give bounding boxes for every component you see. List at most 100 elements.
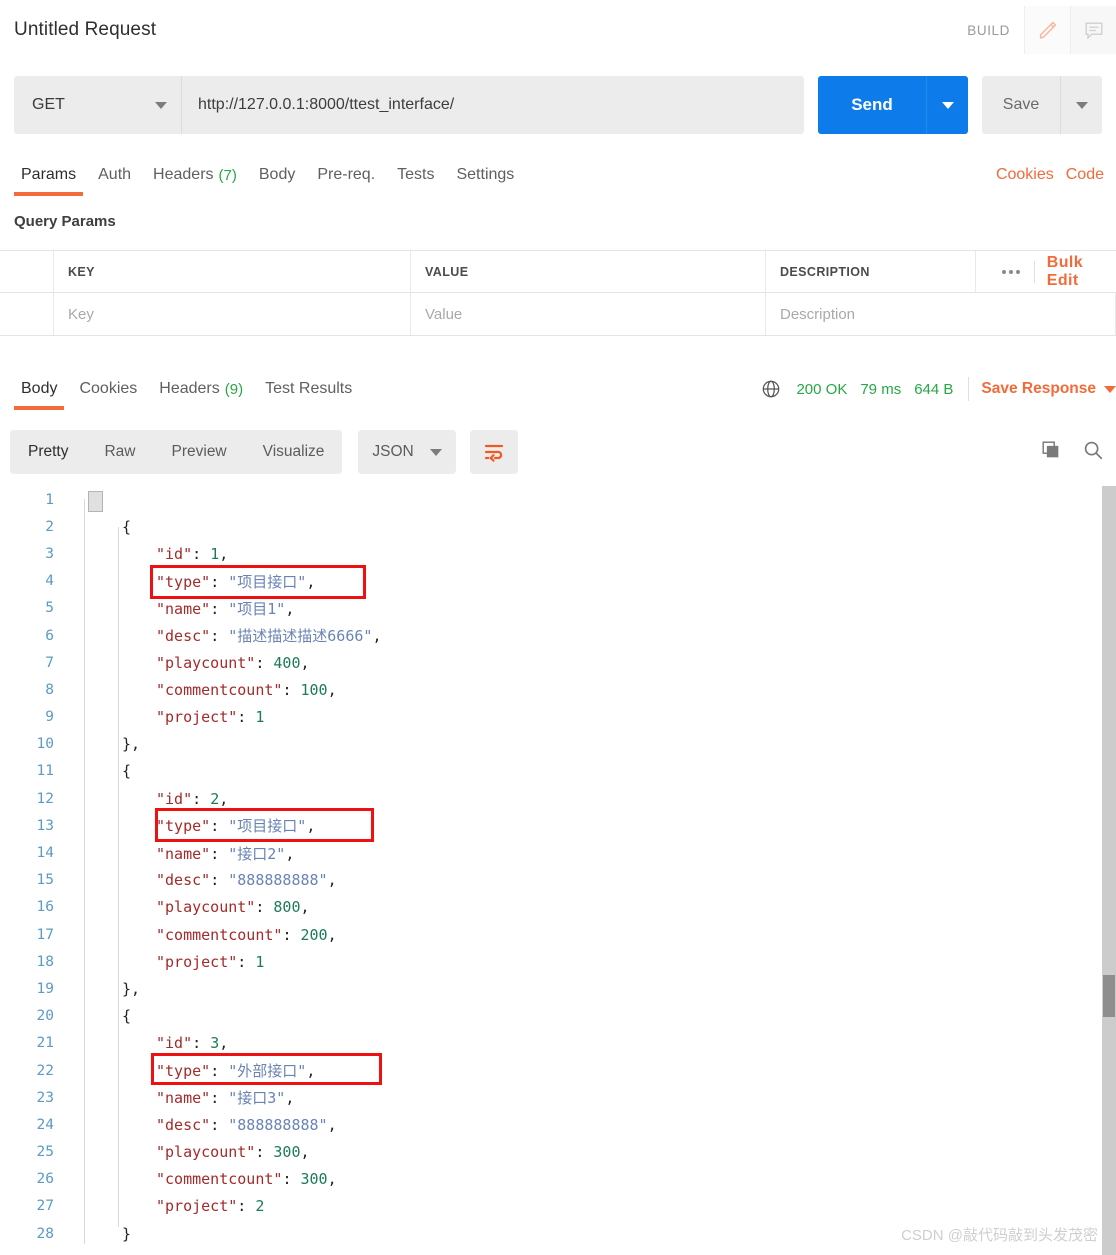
response-view-pretty[interactable]: Pretty: [10, 430, 86, 474]
chevron-down-icon: [155, 101, 167, 109]
code-token: "name": [156, 1089, 211, 1108]
column-header-description: DESCRIPTION: [766, 250, 976, 293]
copy-icon: [1042, 440, 1059, 457]
tab-tests[interactable]: Tests: [386, 158, 445, 192]
code-link[interactable]: Code: [1066, 166, 1104, 184]
param-description-input[interactable]: Description: [780, 306, 855, 323]
code-token: ,: [306, 1062, 316, 1081]
save-response-label: Save Response: [981, 380, 1096, 397]
code-token: "888888888": [228, 1115, 328, 1134]
response-tab-cookies[interactable]: Cookies: [68, 372, 148, 406]
code-line: 6 "desc": "描述描述描述6666",: [0, 622, 1084, 649]
code-line: 21 "id": 3,: [0, 1030, 1084, 1057]
code-line-text: "desc": "888888888",: [66, 871, 337, 889]
code-token: },: [122, 735, 141, 754]
code-line-text: "playcount": 400,: [66, 654, 310, 672]
globe-icon: [760, 378, 782, 400]
code-line-text: "name": "接口3",: [66, 1087, 294, 1108]
line-number: 18: [36, 953, 54, 970]
code-token: "type": [156, 817, 211, 836]
line-number: 12: [36, 790, 54, 807]
tab-body[interactable]: Body: [248, 158, 306, 192]
code-token: :: [210, 844, 229, 863]
code-token: 1: [255, 708, 265, 727]
code-line: 13 "type": "项目接口",: [0, 812, 1084, 839]
code-line: 20 {: [0, 1003, 1084, 1030]
postman-window: Untitled Request BUILD GET http://127.0.…: [0, 0, 1116, 1255]
code-line: 18 "project": 1: [0, 948, 1084, 975]
tab-label: Settings: [456, 166, 515, 183]
code-token: :: [210, 599, 229, 618]
code-token: :: [255, 898, 274, 917]
code-line-text: "desc": "888888888",: [66, 1116, 337, 1134]
save-response-button[interactable]: Save Response: [981, 380, 1116, 398]
line-number: 22: [36, 1062, 54, 1079]
tab-settings[interactable]: Settings: [445, 158, 525, 192]
vertical-scrollbar-track[interactable]: [1102, 486, 1116, 1255]
code-token: "type": [156, 572, 211, 591]
response-tab-body[interactable]: Body: [10, 372, 68, 410]
code-token: "项目接口": [228, 572, 307, 591]
response-view-visualize[interactable]: Visualize: [245, 430, 343, 474]
table-actions-cell: Bulk Edit: [976, 251, 1116, 293]
tab-auth[interactable]: Auth: [87, 158, 142, 192]
send-options-button[interactable]: [926, 76, 968, 134]
code-token: "接口2": [228, 844, 286, 863]
save-options-button[interactable]: [1060, 76, 1102, 134]
tab-headers[interactable]: Headers (7): [142, 158, 248, 192]
header-actions: BUILD: [967, 0, 1116, 60]
search-icon: [1084, 441, 1103, 459]
code-token: :: [192, 544, 211, 563]
response-view-raw[interactable]: Raw: [86, 430, 153, 474]
cookies-link[interactable]: Cookies: [996, 166, 1054, 184]
param-key-input[interactable]: Key: [68, 306, 94, 323]
code-line-text: }: [66, 1225, 131, 1243]
search-button[interactable]: [1082, 439, 1104, 466]
row-checkbox-cell[interactable]: [0, 293, 54, 335]
code-token: 200: [300, 925, 328, 944]
code-token: :: [255, 1143, 274, 1162]
word-wrap-button[interactable]: [469, 430, 518, 474]
url-bar: GET http://127.0.0.1:8000/ttest_interfac…: [14, 76, 1102, 134]
indent-guide: [118, 527, 119, 1227]
code-line: 23 "name": "接口3",: [0, 1084, 1084, 1111]
url-input[interactable]: http://127.0.0.1:8000/ttest_interface/: [182, 76, 804, 134]
code-token: {: [122, 517, 132, 536]
response-format-select[interactable]: JSON: [358, 430, 456, 474]
line-number: 28: [36, 1225, 54, 1242]
bulk-edit-link[interactable]: Bulk Edit: [1047, 254, 1104, 290]
send-button[interactable]: Send: [818, 76, 926, 134]
more-options-icon[interactable]: [1002, 269, 1020, 274]
line-number: 19: [36, 980, 54, 997]
chevron-down-icon: [1075, 101, 1088, 109]
response-toolbar-actions: [1040, 439, 1116, 466]
code-token: ,: [372, 627, 382, 646]
response-tab-test-results[interactable]: Test Results: [254, 372, 363, 406]
response-view-preview[interactable]: Preview: [154, 430, 245, 474]
copy-button[interactable]: [1040, 439, 1062, 466]
param-value-input[interactable]: Value: [425, 306, 462, 323]
line-number: 5: [45, 600, 54, 617]
code-token: 300: [300, 1170, 328, 1189]
response-body-viewer[interactable]: 1[2{3"id": 1,4"type": "项目接口",5"name": "项…: [0, 486, 1116, 1255]
save-button[interactable]: Save: [982, 76, 1060, 134]
comments-button[interactable]: [1070, 6, 1116, 54]
code-line: 10},: [0, 731, 1084, 758]
http-method-select[interactable]: GET: [14, 76, 182, 134]
code-line: 8 "commentcount": 100,: [0, 676, 1084, 703]
code-line-text: {: [66, 1007, 131, 1025]
code-token: "commentcount": [156, 680, 283, 699]
tab-params[interactable]: Params: [10, 158, 87, 196]
code-line: 26 "commentcount": 300,: [0, 1166, 1084, 1193]
line-number: 21: [36, 1035, 54, 1052]
edit-request-button[interactable]: [1024, 6, 1070, 54]
chevron-down-icon: [941, 101, 954, 109]
code-line: 19},: [0, 975, 1084, 1002]
code-token: :: [282, 1170, 301, 1189]
tab-pre-req-[interactable]: Pre-req.: [306, 158, 386, 192]
response-meta: 200 OK 79 ms 644 B Save Response: [760, 372, 1116, 406]
response-tab-headers[interactable]: Headers (9): [148, 372, 254, 406]
vertical-scrollbar-thumb[interactable]: [1103, 975, 1115, 1017]
code-token: 100: [300, 680, 328, 699]
line-number: 20: [36, 1008, 54, 1025]
